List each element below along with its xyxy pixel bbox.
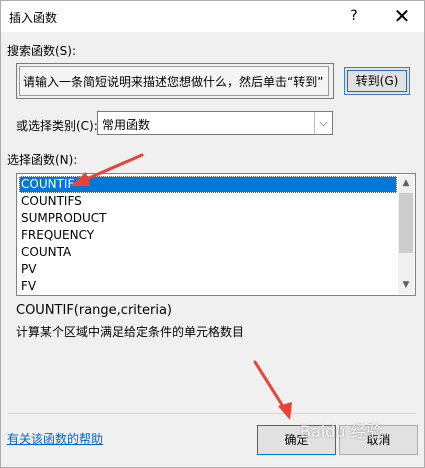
function-list-label: 选择函数(N): [7,153,78,167]
function-list-item[interactable]: SUMPRODUCT [19,210,397,227]
category-label: 或选择类别(C): [16,119,98,133]
goto-button[interactable]: 转到(G) [344,67,410,95]
function-list-item[interactable]: FV [19,278,397,295]
function-list-item[interactable]: COUNTIF [19,176,397,193]
function-list-item[interactable]: COUNTIFS [19,193,397,210]
chevron-down-icon[interactable]: ⌵ [314,112,332,134]
search-label: 搜索函数(S): [7,44,77,58]
function-list-scrollbar[interactable]: ▲ ▼ [398,175,414,294]
search-box [16,63,334,99]
scroll-up-icon[interactable]: ▲ [398,175,414,192]
dialog-title: 插入函数 [9,11,58,25]
function-list-item[interactable]: COUNTA [19,244,397,261]
category-selected-value: 常用函数 [102,118,151,132]
function-signature: COUNTIF(range,criteria) [16,303,172,318]
scrollbar-thumb[interactable] [399,193,413,253]
watermark: Baidu 经验 [300,422,383,441]
goto-focus-ring [347,70,407,92]
category-select[interactable]: 常用函数 ⌵ [97,111,333,135]
close-button[interactable]: ✕ [388,3,416,29]
footer-divider [8,413,416,414]
function-list-item[interactable]: PV [19,261,397,278]
help-button[interactable]: ? [342,5,366,27]
function-list[interactable]: COUNTIF COUNTIFS SUMPRODUCT FREQUENCY COUNTA… [16,173,416,296]
function-description: 计算某个区域中满足给定条件的单元格数目 [16,325,245,339]
function-help-link[interactable]: 有关该函数的帮助 [7,430,103,447]
search-input[interactable] [19,66,329,96]
scroll-down-icon[interactable]: ▼ [398,277,414,294]
function-list-item[interactable]: FREQUENCY [19,227,397,244]
